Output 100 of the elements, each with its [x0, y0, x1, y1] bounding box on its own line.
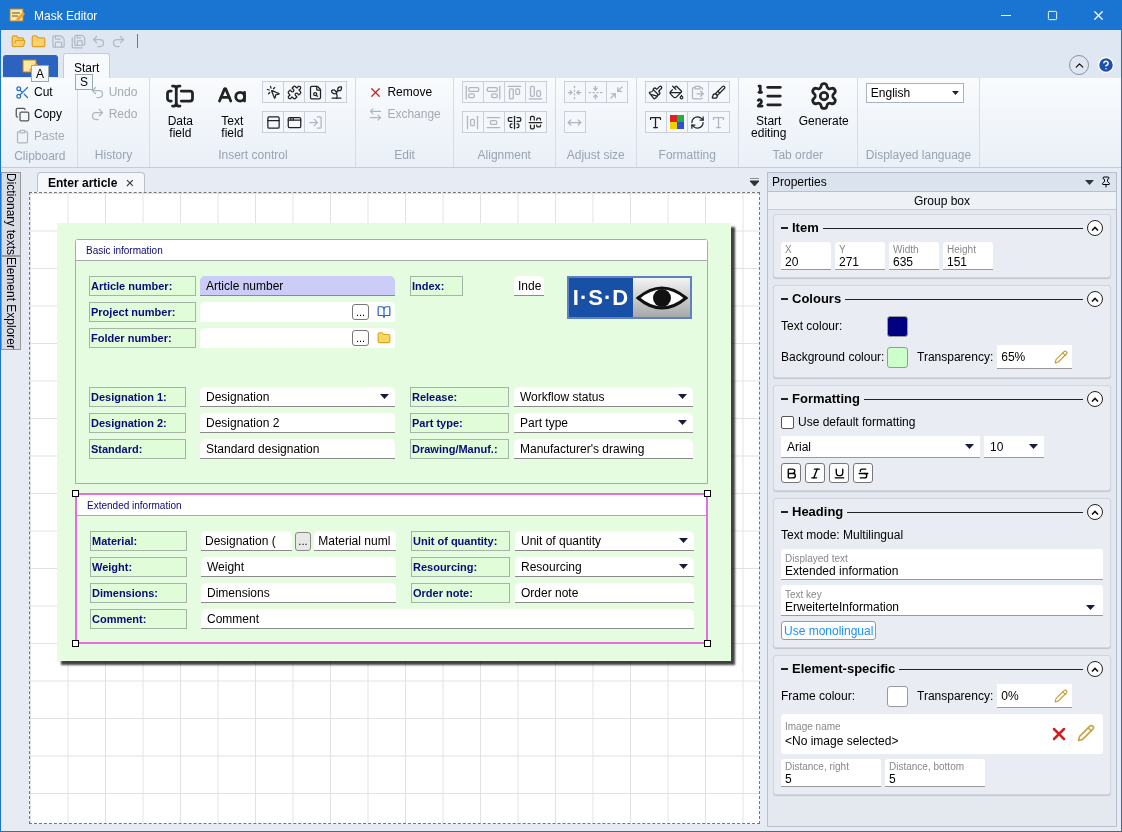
text-input[interactable]: Inde	[514, 276, 544, 296]
ribbon-large-button[interactable]: Start editing	[746, 81, 791, 139]
toolbar-button[interactable]	[304, 81, 327, 103]
format-button[interactable]	[805, 463, 825, 483]
combo-box[interactable]: Workflow status	[514, 387, 693, 407]
center-vertical-icon	[507, 114, 523, 130]
format-button[interactable]	[829, 463, 849, 483]
side-tab[interactable]: Dictionary texts	[1, 172, 21, 257]
ribbon-tab[interactable]: Start	[63, 53, 111, 78]
resize-handle[interactable]	[72, 640, 79, 647]
combo-box[interactable]: Unit of quantity	[515, 531, 694, 551]
number-field[interactable]: X 20	[781, 242, 831, 270]
text-input[interactable]: Standard designation	[200, 439, 395, 459]
toolbar-button[interactable]	[644, 111, 667, 133]
redo-icon	[111, 33, 126, 49]
text-input[interactable]: Material numl	[314, 531, 396, 551]
chevron-icon	[1091, 509, 1099, 515]
text-input[interactable]: Order note	[515, 583, 694, 603]
refresh-icon	[690, 114, 706, 130]
close-tab-button[interactable]: ×	[125, 175, 135, 190]
browse-button[interactable]: ...	[352, 330, 369, 346]
text-input[interactable]: Dimensions	[201, 583, 396, 603]
format-button[interactable]	[781, 463, 801, 483]
resize-handle[interactable]	[704, 490, 711, 497]
toolbar-button[interactable]	[325, 81, 348, 103]
text-input[interactable]: Designation (	[201, 531, 292, 551]
collapse-button[interactable]	[1087, 291, 1103, 307]
size-dropdown[interactable]: 10	[984, 436, 1044, 458]
ribbon-large-button[interactable]: Data field	[158, 81, 203, 139]
toolbar-button[interactable]	[262, 81, 285, 103]
toolbar-button[interactable]	[283, 81, 306, 103]
pin-icon[interactable]	[1100, 176, 1112, 188]
resize-handle[interactable]	[704, 640, 711, 647]
toolbar-button[interactable]	[644, 81, 667, 103]
text-input[interactable]: Manufacturer's drawing	[514, 439, 693, 459]
side-tab[interactable]: Element Explorer	[1, 256, 21, 351]
lookup-field[interactable]: ...	[200, 302, 395, 322]
color-swatch[interactable]	[887, 315, 908, 337]
ribbon-large-button[interactable]: Generate	[798, 81, 849, 127]
browse-button[interactable]: ...	[352, 304, 369, 320]
number-field[interactable]: Distance, right 5	[781, 759, 881, 787]
app-icon	[9, 7, 26, 24]
text-key-dropdown[interactable]: Text key ErweiterteInformation	[781, 585, 1103, 616]
section-title: Item	[792, 219, 819, 238]
text-input[interactable]: Article number	[200, 276, 395, 296]
ribbon-button[interactable]: Remove	[364, 81, 445, 103]
text-input[interactable]: Weight	[201, 557, 396, 577]
transparency-field[interactable]: 0%	[997, 684, 1073, 708]
window-icon	[286, 114, 302, 130]
menu-caret-icon	[750, 178, 759, 186]
text-field[interactable]: Displayed text Extended information	[781, 549, 1103, 580]
ribbon-large-button[interactable]: Text field	[210, 81, 255, 139]
field-label: Part type:	[410, 413, 509, 433]
group-title: Basic information	[86, 243, 163, 258]
toolbar-button[interactable]	[665, 111, 688, 133]
language-dropdown[interactable]: English	[865, 83, 964, 103]
collapse-button[interactable]	[1087, 661, 1103, 677]
folder-icon	[31, 33, 46, 49]
combo-box[interactable]: Resourcing	[515, 557, 694, 577]
caret-icon	[951, 91, 959, 95]
image-field[interactable]: Image name <No image selected>	[781, 714, 1103, 754]
maximize-icon	[1046, 10, 1058, 21]
toolbar-button[interactable]	[665, 81, 688, 103]
toolbar-button[interactable]	[524, 111, 547, 133]
document-tab[interactable]: Enter article ×	[37, 172, 146, 192]
combo-box[interactable]: Designation	[200, 387, 395, 407]
group-label: Displayed language	[865, 147, 972, 164]
color-swatch[interactable]	[887, 685, 908, 707]
brush-icon	[711, 84, 727, 100]
number-field[interactable]: Y 271	[835, 242, 885, 270]
color-swatch[interactable]	[887, 346, 908, 368]
combo-box[interactable]: Part type	[514, 413, 693, 433]
collapse-button[interactable]	[1087, 391, 1103, 407]
toolbar-button[interactable]	[707, 81, 730, 103]
field-label: Order note:	[411, 583, 510, 603]
help-button[interactable]	[1097, 56, 1115, 74]
font-dropdown[interactable]: Arial	[781, 436, 980, 458]
number-field[interactable]: Height 151	[943, 242, 993, 270]
text-input[interactable]: Designation 2	[200, 413, 395, 433]
ribbon-button[interactable]: Copy	[11, 103, 69, 125]
transparency-field[interactable]: 65%	[997, 345, 1073, 369]
group-label: Edit	[393, 147, 416, 164]
toolbar-button[interactable]	[503, 111, 526, 133]
toolbar-button[interactable]	[262, 111, 285, 133]
enter-icon	[307, 114, 323, 130]
caret-icon	[678, 420, 687, 425]
browse-button[interactable]: ...	[294, 531, 312, 551]
toolbar-button[interactable]	[686, 111, 709, 133]
format-button[interactable]	[853, 463, 873, 483]
lookup-field[interactable]: ...	[200, 328, 395, 348]
resize-handle[interactable]	[72, 490, 79, 497]
number-field[interactable]: Distance, bottom 5	[885, 759, 985, 787]
toolbar-button[interactable]	[283, 111, 306, 133]
collapse-button[interactable]	[1087, 504, 1103, 520]
checkbox[interactable]: Use default formatting	[781, 413, 1103, 431]
ribbon-button[interactable]: Cut	[11, 81, 69, 103]
text-input[interactable]: Comment	[201, 609, 694, 629]
field-label: Project number:	[89, 302, 196, 322]
number-field[interactable]: Width 635	[889, 242, 939, 270]
collapse-button[interactable]	[1087, 220, 1103, 236]
